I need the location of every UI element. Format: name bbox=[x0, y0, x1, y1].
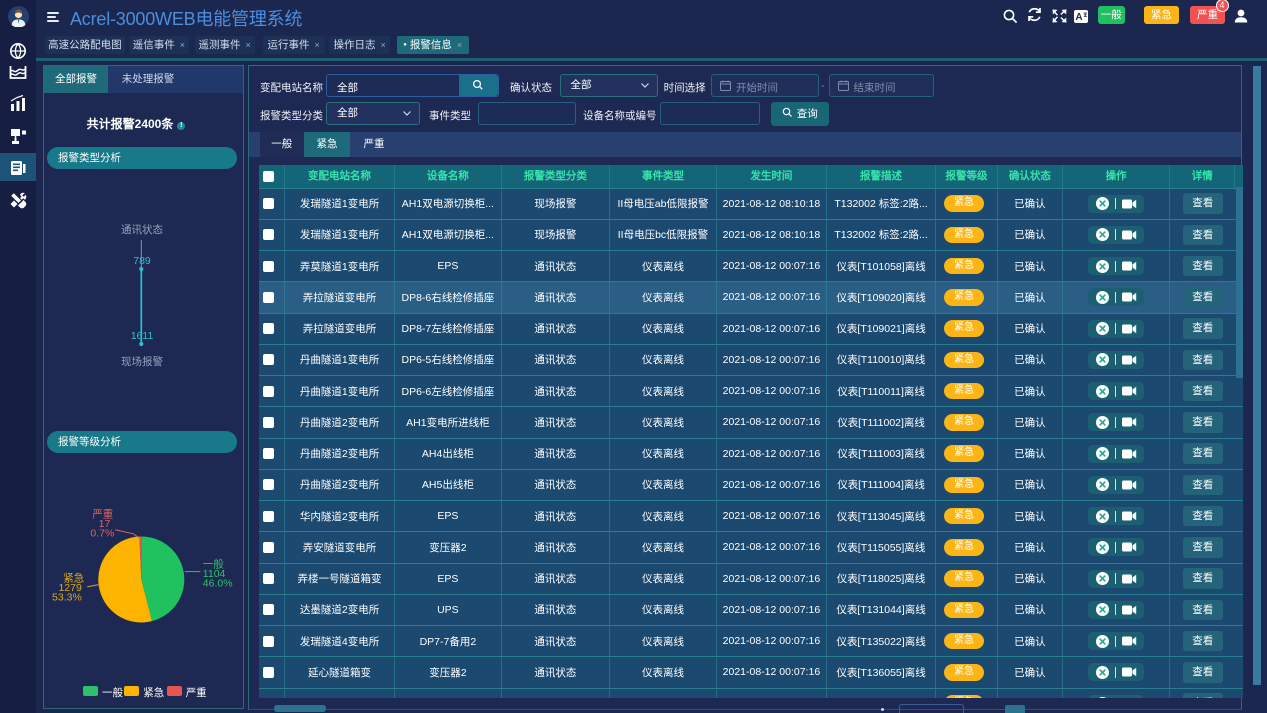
svg-text:0.7%: 0.7% bbox=[90, 527, 114, 539]
svg-text:46.0%: 46.0% bbox=[203, 577, 233, 589]
svg-text:A: A bbox=[1075, 12, 1082, 23]
svg-text:53.3%: 53.3% bbox=[52, 591, 82, 603]
